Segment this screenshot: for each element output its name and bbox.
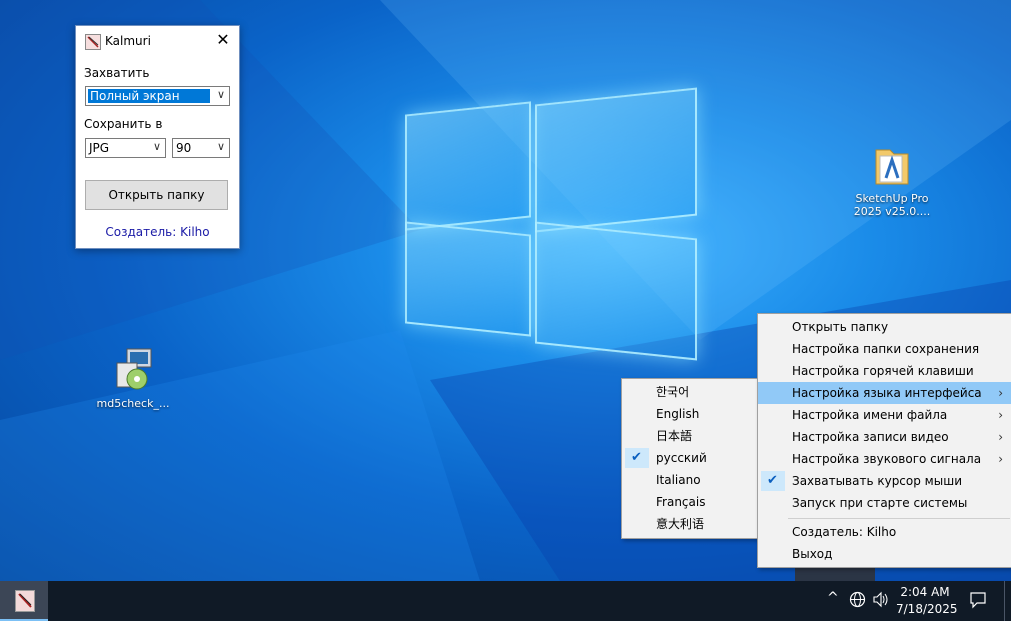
- desktop-icon-sketchup[interactable]: SketchUp Pro 2025 v25.0....: [846, 144, 938, 218]
- menu-item-save-folder-settings[interactable]: Настройка папки сохранения: [758, 338, 1011, 360]
- chevron-right-icon: ›: [998, 452, 1003, 466]
- chevron-down-icon: ∨: [152, 140, 161, 153]
- notification-center-icon[interactable]: [968, 590, 988, 610]
- menu-item-japanese[interactable]: 日本語: [622, 425, 759, 447]
- desktop-icon-label: md5check_...: [96, 397, 170, 410]
- chevron-down-icon: ∨: [216, 88, 225, 101]
- quality-value: 90: [176, 141, 192, 155]
- menu-item-english[interactable]: English: [622, 403, 759, 425]
- menu-item-russian[interactable]: ✔ русский: [622, 447, 759, 469]
- language-submenu: 한국어 English 日本語 ✔ русский Italiano Franç…: [621, 378, 760, 539]
- quality-select[interactable]: 90 ∨: [172, 138, 230, 158]
- network-icon[interactable]: [849, 591, 866, 612]
- checkmark-icon: ✔: [631, 450, 642, 465]
- installer-icon: [116, 348, 152, 390]
- window-titlebar[interactable]: Kalmuri ✕: [76, 26, 239, 56]
- kalmuri-window: Kalmuri ✕ Захватить Полный экран ∨ Сохра…: [75, 25, 240, 249]
- menu-item-korean[interactable]: 한국어: [622, 381, 759, 403]
- tray-context-menu: Открыть папку Настройка папки сохранения…: [757, 313, 1011, 568]
- menu-item-creator[interactable]: Создатель: Kilho: [758, 521, 1011, 543]
- window-title: Kalmuri: [105, 34, 151, 48]
- chevron-down-icon: ∨: [216, 140, 225, 153]
- creator-link[interactable]: Создатель: Kilho: [76, 225, 239, 239]
- desktop: md5check_... SketchUp Pro 2025 v25.0....…: [0, 0, 1011, 581]
- menu-item-language-settings[interactable]: Настройка языка интерфейса ›: [758, 382, 1011, 404]
- capture-label: Захватить: [84, 66, 150, 80]
- menu-item-chinese[interactable]: 意大利语: [622, 513, 759, 535]
- checkmark-icon: ✔: [767, 473, 778, 488]
- menu-item-capture-cursor[interactable]: ✔ Захватывать курсор мыши: [758, 470, 1011, 492]
- format-select[interactable]: JPG ∨: [85, 138, 166, 158]
- menu-item-sound-settings[interactable]: Настройка звукового сигнала ›: [758, 448, 1011, 470]
- capture-mode-value: Полный экран: [88, 89, 210, 103]
- menu-item-french[interactable]: Français: [622, 491, 759, 513]
- clock-date: 7/18/2025: [896, 602, 958, 616]
- volume-icon[interactable]: [872, 591, 890, 612]
- desktop-icon-md5check[interactable]: md5check_...: [92, 345, 174, 410]
- kalmuri-app-icon: [85, 34, 101, 50]
- desktop-icon-label: SketchUp Pro 2025 v25.0....: [853, 192, 931, 218]
- menu-separator: [788, 518, 1010, 519]
- open-folder-button[interactable]: Открыть папку: [85, 180, 228, 210]
- kalmuri-app-icon: [15, 590, 35, 612]
- show-hidden-icons-chevron[interactable]: ^: [827, 590, 839, 606]
- system-clock[interactable]: 2:04 AM 7/18/2025: [896, 584, 958, 618]
- folder-icon: [875, 149, 909, 185]
- menu-item-exit[interactable]: Выход: [758, 543, 1011, 565]
- chevron-right-icon: ›: [998, 408, 1003, 422]
- menu-item-hotkey-settings[interactable]: Настройка горячей клавиши: [758, 360, 1011, 382]
- windows-logo: [405, 78, 697, 368]
- close-icon[interactable]: ✕: [215, 31, 231, 49]
- capture-mode-select[interactable]: Полный экран ∨: [85, 86, 230, 106]
- chevron-right-icon: ›: [998, 430, 1003, 444]
- save-to-label: Сохранить в: [84, 117, 163, 131]
- clock-time: 2:04 AM: [900, 585, 950, 599]
- show-desktop-button[interactable]: [1004, 581, 1011, 621]
- menu-item-italian[interactable]: Italiano: [622, 469, 759, 491]
- taskbar: ^ 2:04 AM 7/18/2025: [0, 581, 1011, 621]
- hidden-tray-strip: [795, 566, 875, 581]
- chevron-right-icon: ›: [998, 386, 1003, 400]
- format-value: JPG: [89, 141, 110, 155]
- menu-item-filename-settings[interactable]: Настройка имени файла ›: [758, 404, 1011, 426]
- menu-item-open-folder[interactable]: Открыть папку: [758, 316, 1011, 338]
- taskbar-kalmuri-button[interactable]: [0, 581, 48, 621]
- menu-item-video-settings[interactable]: Настройка записи видео ›: [758, 426, 1011, 448]
- menu-item-run-at-startup[interactable]: Запуск при старте системы: [758, 492, 1011, 514]
